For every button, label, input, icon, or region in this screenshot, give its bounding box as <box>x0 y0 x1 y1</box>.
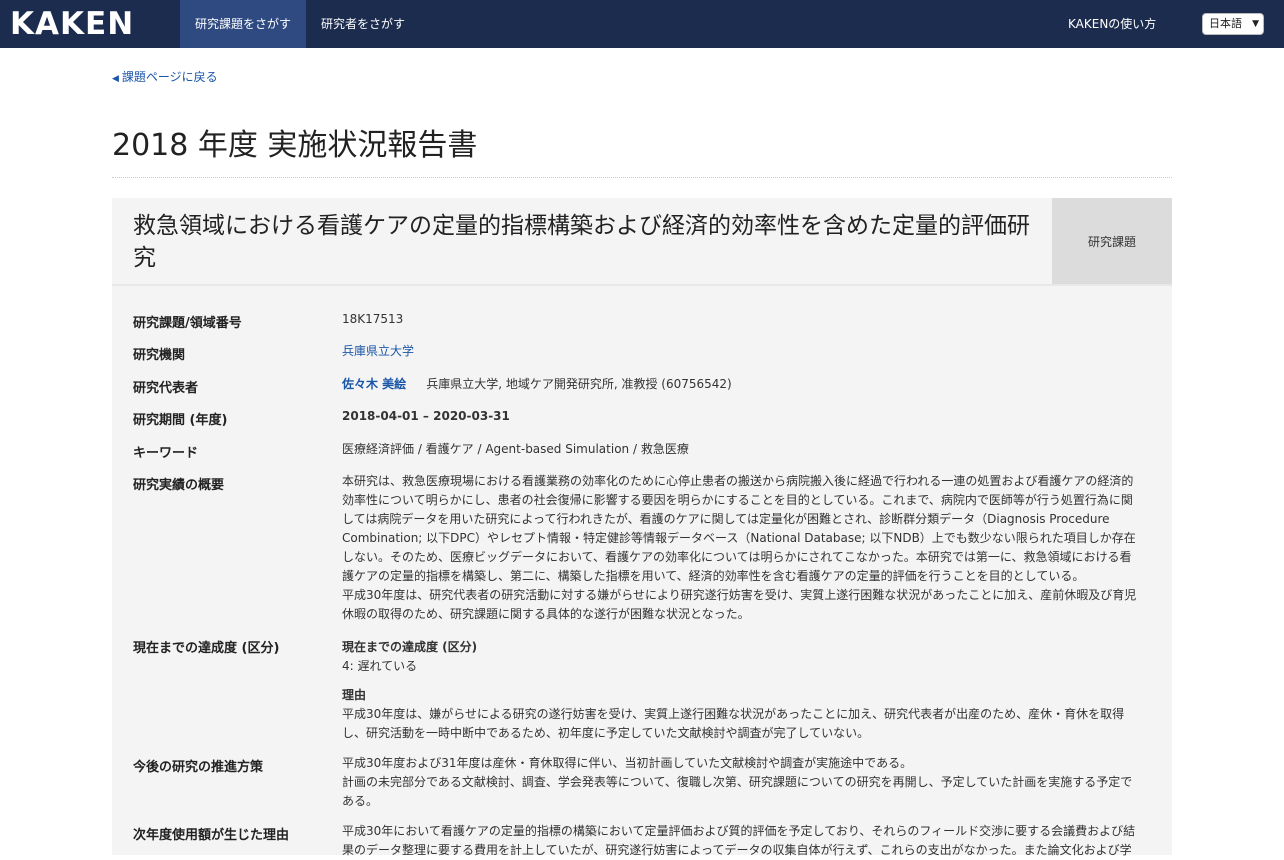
row-label-progress: 現在までの達成度 (区分) <box>133 641 280 656</box>
back-to-project-link[interactable]: ◀ 課題ページに戻る <box>112 68 218 85</box>
progress-sub-label: 現在までの達成度 (区分) <box>342 640 478 654</box>
project-report-panel: 救急領域における看護ケアの定量的指標構築および経済的効率性を含めた定量的評価研究… <box>112 198 1172 857</box>
institution-link-text[interactable]: 兵庫県立大学 <box>342 344 414 358</box>
pi-affiliation: 兵庫県立大学, 地域ケア開発研究所, 准教授 (60756542) <box>426 377 732 391</box>
top-navbar: KAKEN 研究課題をさがす 研究者をさがす KAKENの使い方 日本語 ▼ <box>0 0 1284 48</box>
project-title: 救急領域における看護ケアの定量的指標構築および経済的効率性を含めた定量的評価研究 <box>133 213 1030 271</box>
row-label-carryover-reason: 次年度使用額が生じた理由 <box>133 828 290 843</box>
tab-search-projects[interactable]: 研究課題をさがす <box>180 0 307 48</box>
chevron-down-icon: ▼ <box>1252 19 1259 29</box>
help-link[interactable]: KAKENの使い方 <box>1060 0 1164 48</box>
language-select[interactable]: 日本語 ▼ <box>1202 13 1264 35</box>
chevron-left-icon: ◀ <box>112 74 119 84</box>
row-label-period: 研究期間 (年度) <box>133 413 228 428</box>
period-value: 2018-04-01 – 2020-03-31 <box>342 409 510 423</box>
future-plan-paragraph-1: 平成30年度および31年度は産休・育休取得に伴い、当初計画していた文献検討や調査… <box>342 756 913 770</box>
back-link-label: 課題ページに戻る <box>121 70 218 84</box>
tab-search-researchers[interactable]: 研究者をさがす <box>306 0 420 48</box>
language-select-value: 日本語 <box>1209 17 1242 30</box>
kaken-logo[interactable]: KAKEN <box>10 5 134 43</box>
summary-paragraph-2: 平成30年度は、研究代表者の研究活動に対する嫌がらせにより研究遂行妨害を受け、実… <box>342 588 1137 621</box>
progress-rating: 4: 遅れている <box>342 659 418 673</box>
summary-paragraph-1: 本研究は、救急医療現場における看護業務の効率化のために心停止患者の搬送から病院搬… <box>342 474 1136 583</box>
project-header: 救急領域における看護ケアの定量的指標構築および経済的効率性を含めた定量的評価研究 <box>112 198 1052 284</box>
carryover-paragraph-1: 平成30年において看護ケアの定量的指標の構築において定量評価および質的評価を予定… <box>342 824 1136 857</box>
row-label-keywords: キーワード <box>133 446 199 461</box>
carryover-reason-value: 平成30年において看護ケアの定量的指標の構築において定量評価および質的評価を予定… <box>342 822 1142 860</box>
page-title: 2018 年度 実施状況報告書 <box>112 128 478 163</box>
row-label-institution: 研究機関 <box>133 348 186 363</box>
pi-name-link[interactable]: 佐々木 美絵 <box>342 377 406 391</box>
project-type-badge: 研究課題 <box>1052 198 1172 284</box>
row-label-project-number: 研究課題/領域番号 <box>133 316 242 331</box>
project-number-value: 18K17513 <box>342 312 404 326</box>
row-label-summary: 研究実績の概要 <box>133 478 225 493</box>
row-label-principal-investigator: 研究代表者 <box>133 381 199 396</box>
institution-link[interactable]: 兵庫県立大学 <box>342 342 1142 361</box>
summary-value: 本研究は、救急医療現場における看護業務の効率化のために心停止患者の搬送から病院搬… <box>342 472 1142 624</box>
header-divider <box>112 284 1172 286</box>
row-label-future-plan: 今後の研究の推進方策 <box>133 760 264 775</box>
progress-reason: 平成30年度は、嫌がらせによる研究の遂行妨害を受け、実質上遂行困難な状況があった… <box>342 707 1125 740</box>
progress-reason-label: 理由 <box>342 688 367 702</box>
title-divider <box>112 177 1172 178</box>
keywords-value: 医療経済評価 / 看護ケア / Agent-based Simulation /… <box>342 442 689 456</box>
future-plan-value: 平成30年度および31年度は産休・育休取得に伴い、当初計画していた文献検討や調査… <box>342 754 1142 811</box>
progress-value: 現在までの達成度 (区分) 4: 遅れている 理由 平成30年度は、嫌がらせによ… <box>342 638 1142 743</box>
future-plan-paragraph-2: 計画の未完部分である文献検討、調査、学会発表等について、復職し次第、研究課題につ… <box>342 775 1133 808</box>
principal-investigator: 佐々木 美絵 兵庫県立大学, 地域ケア開発研究所, 准教授 (60756542) <box>342 375 1142 394</box>
